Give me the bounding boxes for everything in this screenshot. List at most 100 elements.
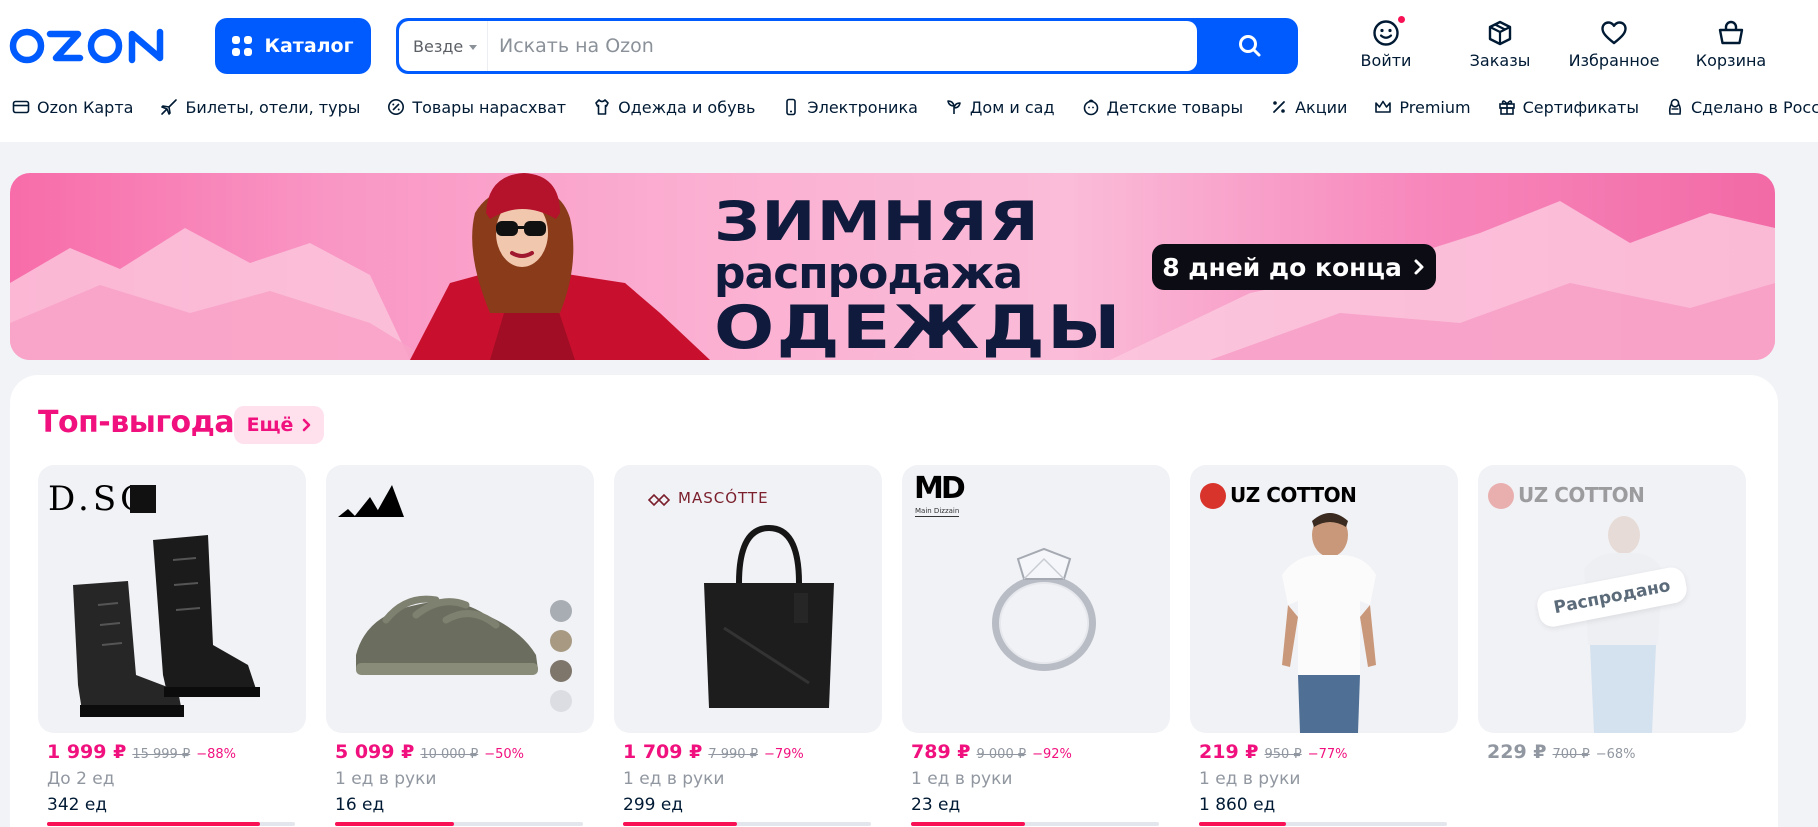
discount: −50% [484, 747, 525, 762]
brand-subtitle: Main Dizzain [915, 507, 960, 517]
mascotte-logo-mark [648, 493, 670, 507]
search-scope-dropdown[interactable]: Везде [413, 21, 489, 71]
banner-countdown-button[interactable]: 8 дней до конца [1152, 244, 1436, 290]
cart-label: Корзина [1695, 51, 1767, 70]
old-price: 15 999 ₽ [132, 747, 191, 762]
product-card[interactable]: D.SO 1 999 ₽ 15 999 ₽ −88% До 2 ед 342 е… [38, 465, 306, 826]
brand-logo-mark [1488, 483, 1514, 509]
price: 1 999 ₽ [47, 741, 127, 763]
price: 1 709 ₽ [623, 741, 703, 763]
banner-line3: ОДЕЖДЫ [714, 293, 1123, 360]
color-swatch[interactable] [550, 660, 572, 682]
discount: −79% [763, 747, 804, 762]
ozon-logo[interactable] [8, 26, 170, 66]
discount: −88% [196, 747, 237, 762]
model-photo [410, 173, 710, 360]
brand-logo: UZ COTTON [1518, 483, 1645, 507]
product-card[interactable]: UZ COTTON 219 ₽ 950 ₽ −77% 1 ед в руки 1… [1190, 465, 1458, 826]
nav-item-promos[interactable]: Акции [1270, 98, 1347, 117]
nav-item-hot-goods[interactable]: Товары нарасхват [387, 98, 566, 117]
child-icon [1083, 99, 1098, 116]
nav-item-electronics[interactable]: Электроника [782, 98, 918, 117]
color-swatch[interactable] [550, 600, 572, 622]
favorites-label: Избранное [1568, 51, 1660, 70]
cart-action[interactable]: Корзина [1694, 18, 1768, 74]
brand-logo: MD [914, 471, 966, 506]
old-price: 9 000 ₽ [976, 747, 1027, 762]
nav-item-clothes[interactable]: Одежда и обувь [593, 98, 755, 117]
more-button[interactable]: Ещё [234, 406, 324, 444]
nav-item-label: Детские товары [1106, 97, 1244, 117]
orders-label: Заказы [1469, 51, 1531, 70]
stock-progress-fill [47, 822, 261, 826]
banner-line2: распродажа [714, 248, 1023, 299]
phone-icon [786, 98, 797, 116]
brand-logo: UZ COTTON [1230, 483, 1357, 507]
banner-headline: ЗИМНЯЯ распродажа ОДЕЖДЫ [714, 195, 1120, 359]
stock-progress-bar [335, 822, 583, 826]
header: Каталог Везде Войти [0, 0, 1818, 142]
card-icon [12, 100, 30, 114]
stock-progress-fill [623, 822, 738, 826]
product-card[interactable]: MASCÓTTE 1 709 ₽ 7 990 ₽ −79% 1 ед в рук… [614, 465, 882, 826]
discount: −92% [1032, 747, 1072, 762]
cart-icon [1718, 20, 1744, 45]
search-button[interactable] [1202, 18, 1298, 74]
stock-count: 342 ед [47, 795, 108, 815]
product-image: D.SO [38, 465, 306, 733]
favorites-action[interactable]: Избранное [1568, 18, 1660, 74]
product-card-soldout[interactable]: UZ COTTON Распродано 229 ₽ 700 ₽ −68% [1478, 465, 1746, 763]
product-image [326, 465, 594, 733]
promo-banner[interactable]: ЗИМНЯЯ распродажа ОДЕЖДЫ 8 дней до конца [10, 173, 1775, 360]
percent-circle-icon [388, 99, 405, 115]
orders-action[interactable]: Заказы [1470, 18, 1530, 74]
stock-progress-fill [335, 822, 455, 826]
stock-count: 23 ед [911, 795, 961, 815]
percent-icon [1273, 101, 1286, 113]
nav-item-home-garden[interactable]: Дом и сад [945, 98, 1055, 117]
discount: −77% [1307, 747, 1348, 762]
stock-progress-fill [1199, 822, 1286, 826]
price: 5 099 ₽ [335, 741, 415, 763]
clothes-icon [595, 99, 609, 115]
search-bar: Везде [396, 18, 1298, 74]
nav-item-label: Ozon Карта [37, 97, 134, 117]
nav-item-kids[interactable]: Детские товары [1082, 97, 1244, 117]
color-swatch[interactable] [550, 630, 572, 652]
matryoshka-icon [1668, 98, 1682, 115]
search-input[interactable] [499, 21, 1179, 71]
section-title: Топ-выгода [38, 405, 235, 440]
nav-item-ozon-card[interactable]: Ozon Карта [12, 98, 133, 117]
banner-countdown-label: 8 дней до конца [1162, 252, 1402, 282]
nav-item-label: Premium [1399, 97, 1471, 117]
crown-icon [1375, 100, 1392, 113]
nav-item-label: Билеты, отели, туры [185, 97, 361, 117]
ring-image [992, 547, 1096, 671]
stock-count: 299 ед [623, 795, 684, 815]
stock-progress-fill [911, 822, 1026, 826]
login-action[interactable]: Войти [1358, 15, 1414, 74]
nav-item-tickets[interactable]: Билеты, отели, туры [160, 98, 360, 117]
nav-item-premium[interactable]: Premium [1374, 97, 1471, 117]
nav-item-made-in-russia[interactable]: Сделано в России [1666, 98, 1818, 117]
price: 789 ₽ [911, 741, 971, 763]
product-card[interactable]: 5 099 ₽ 10 000 ₽ −50% 1 ед в руки 16 ед [326, 465, 594, 826]
price-row: 1 709 ₽ 7 990 ₽ −79% [614, 741, 882, 763]
purchase-limit: 1 ед в руки [911, 769, 1013, 789]
catalog-button[interactable]: Каталог [215, 18, 371, 74]
nav-item-label: Сделано в России [1691, 97, 1818, 117]
sneaker-image [356, 595, 538, 675]
old-price: 700 ₽ [1552, 747, 1590, 762]
plant-icon [947, 100, 961, 114]
brand-logo-mark [1200, 483, 1226, 509]
purchase-limit: 1 ед в руки [1199, 769, 1301, 789]
nav-item-certificates[interactable]: Сертификаты [1498, 98, 1639, 117]
product-card[interactable]: MD Main Dizzain 789 ₽ 9 000 ₽ −92% 1 ед … [902, 465, 1170, 826]
color-swatch[interactable] [550, 690, 572, 712]
price-row: 789 ₽ 9 000 ₽ −92% [902, 741, 1170, 763]
old-price: 7 990 ₽ [708, 747, 758, 762]
search-field-container: Везде [399, 21, 1197, 71]
product-image: UZ COTTON Распродано [1478, 465, 1746, 733]
nav-item-label: Акции [1295, 97, 1348, 117]
stock-progress-bar [623, 822, 871, 826]
